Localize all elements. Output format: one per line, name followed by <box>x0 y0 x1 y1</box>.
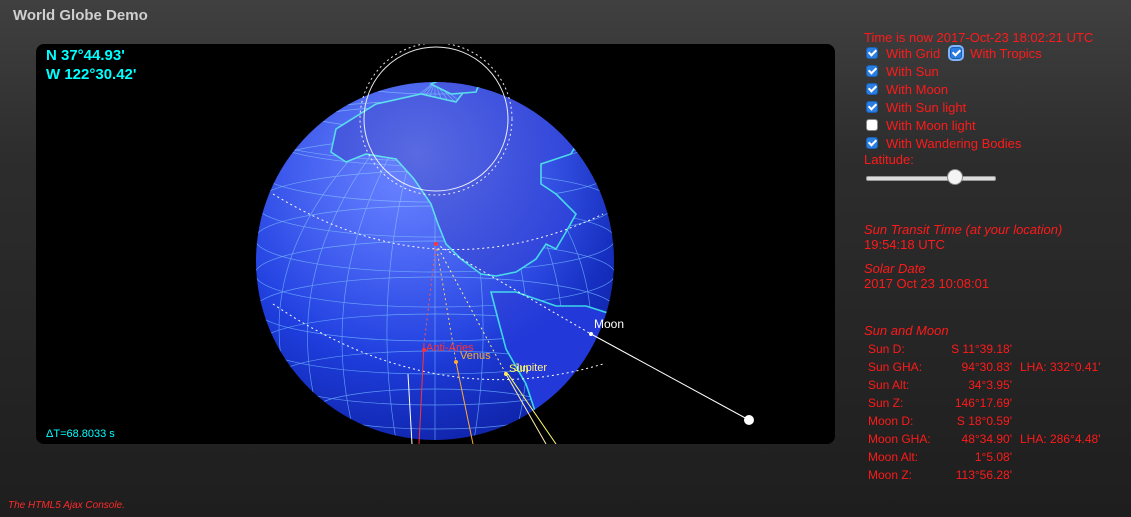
row-value: S 11°39.18' <box>951 342 1012 356</box>
venus-label: Venus <box>460 350 491 362</box>
footer-caption: The HTML5 Ajax Console. <box>8 500 125 511</box>
current-time: Time is now 2017-Oct-23 18:02:21 UTC <box>864 30 1094 45</box>
row-label: Moon Z: <box>868 468 913 482</box>
moon-point <box>589 332 593 336</box>
wandering-bodies-checkbox[interactable] <box>866 137 878 149</box>
table-row: Sun D: S 11°39.18' <box>868 342 1012 360</box>
row-label: Moon GHA: <box>868 432 931 446</box>
table-row: Sun Z: 146°17.69' <box>868 396 1012 414</box>
grid-checkbox[interactable] <box>866 47 878 59</box>
moon-marker[interactable] <box>744 415 754 425</box>
tropics-checkbox[interactable] <box>948 45 965 61</box>
table-row: Sun GHA: 94°30.83' LHA: 332°0.41' <box>868 360 1100 378</box>
option-moon-light[interactable]: With Moon light <box>866 117 976 133</box>
latitude-readout: N 37°44.93' <box>46 47 125 64</box>
sun-transit-heading: Sun Transit Time (at your location) <box>864 222 1063 237</box>
table-row: Sun Alt: 34°3.95' <box>868 378 1012 396</box>
option-moon[interactable]: With Moon <box>866 81 948 97</box>
row-value: 146°17.69' <box>954 396 1012 410</box>
sun-moon-heading: Sun and Moon <box>864 323 949 338</box>
sun-checkbox[interactable] <box>866 65 878 77</box>
sun-light-checkbox[interactable] <box>866 101 878 113</box>
globe-canvas[interactable]: Moon Anti-Aries Venus Jupiter Sun N 37°4… <box>36 44 835 444</box>
slider-thumb[interactable] <box>947 169 964 185</box>
moon-checkbox[interactable] <box>866 83 878 95</box>
option-wandering-bodies[interactable]: With Wandering Bodies <box>866 135 1021 151</box>
row-label: Sun GHA: <box>868 360 923 374</box>
sun-option-label[interactable]: With Sun <box>886 64 939 79</box>
table-row: Moon D: S 18°0.59' <box>868 414 1012 432</box>
app-title: World Globe Demo <box>13 7 148 24</box>
row-value: 94°30.83' <box>961 360 1012 374</box>
venus-point <box>454 360 458 364</box>
row-label: Sun Z: <box>868 396 904 410</box>
row-value: 113°56.28' <box>955 468 1012 482</box>
moon-option-label[interactable]: With Moon <box>886 82 948 97</box>
jupiter-point <box>504 372 508 376</box>
row-lha: LHA: 332°0.41' <box>1020 360 1101 374</box>
sun-light-label[interactable]: With Sun light <box>886 100 966 115</box>
moon-light-checkbox[interactable] <box>866 119 878 131</box>
moon-label: Moon <box>594 317 624 331</box>
row-value: 48°34.90' <box>961 432 1012 446</box>
solar-date-value: 2017 Oct 23 10:08:01 <box>864 276 990 291</box>
table-row: Moon Alt: 1°5.08' <box>868 450 1012 468</box>
wandering-bodies-label[interactable]: With Wandering Bodies <box>886 136 1021 151</box>
table-row: Moon Z: 113°56.28' <box>868 468 1012 486</box>
grid-label[interactable]: With Grid <box>886 46 940 61</box>
slider-track[interactable] <box>866 176 996 181</box>
latitude-slider[interactable] <box>866 169 996 185</box>
globe-svg[interactable]: Moon Anti-Aries Venus Jupiter Sun <box>36 44 835 444</box>
sun-transit-value: 19:54:18 UTC <box>864 237 945 252</box>
row-label: Moon D: <box>868 414 914 428</box>
tropics-label[interactable]: With Tropics <box>970 46 1042 61</box>
sun-light-overlay <box>256 82 614 440</box>
row-label: Sun D: <box>868 342 905 356</box>
row-lha: LHA: 286°4.48' <box>1020 432 1101 446</box>
moon-light-label[interactable]: With Moon light <box>886 118 976 133</box>
observer-marker <box>434 242 438 246</box>
option-sun[interactable]: With Sun <box>866 63 939 79</box>
row-label: Sun Alt: <box>868 378 910 392</box>
row-value: 34°3.95' <box>968 378 1012 392</box>
row-value: 1°5.08' <box>974 450 1012 464</box>
row-label: Moon Alt: <box>868 450 919 464</box>
option-sun-light[interactable]: With Sun light <box>866 99 966 115</box>
longitude-readout: W 122°30.42' <box>46 66 137 83</box>
table-row: Moon GHA: 48°34.90' LHA: 286°4.48' <box>868 432 1100 450</box>
sun-moon-table: Sun D: S 11°39.18' Sun GHA: 94°30.83' LH… <box>868 342 1100 486</box>
delta-t-readout: ΔT=68.8033 s <box>46 428 115 440</box>
solar-date-heading: Solar Date <box>864 261 926 276</box>
option-grid[interactable]: With Grid With Tropics <box>866 45 1042 61</box>
row-value: S 18°0.59' <box>956 414 1012 428</box>
sun-label: Sun <box>509 363 529 375</box>
latitude-slider-label: Latitude: <box>864 152 914 167</box>
